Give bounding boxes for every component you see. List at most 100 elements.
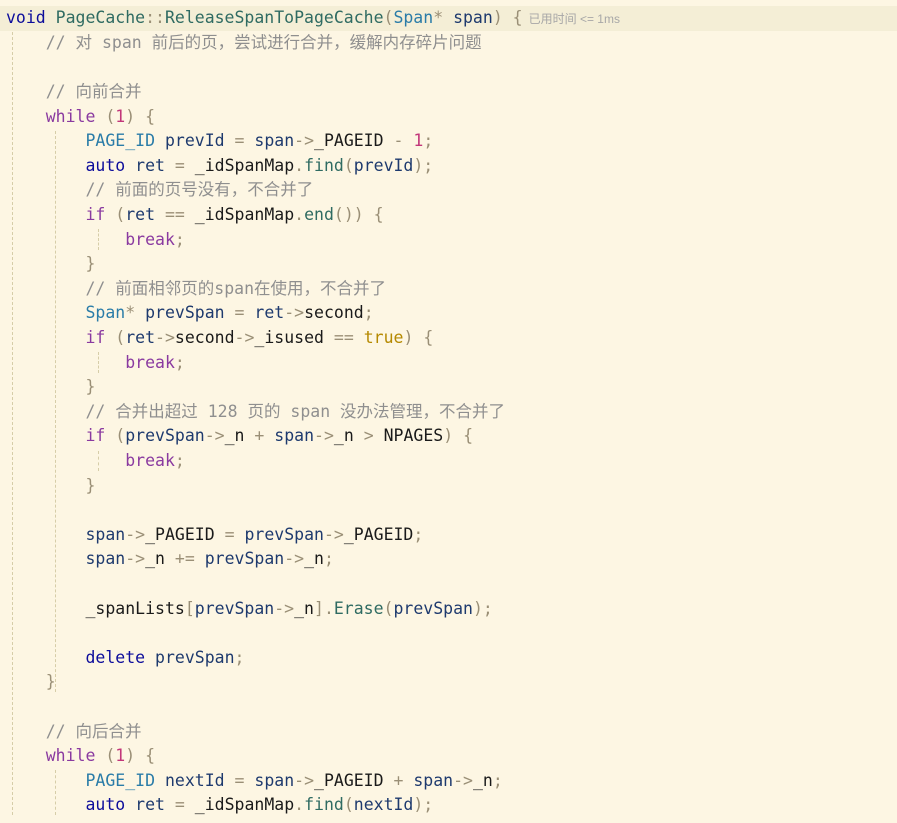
code-token: nextId (353, 795, 414, 815)
code-line[interactable]: break; (6, 351, 185, 376)
code-token: ret (135, 795, 165, 815)
code-token: Erase (333, 598, 384, 618)
code-token: -> (323, 524, 344, 544)
code-token: ; (323, 549, 334, 569)
code-line[interactable]: // 前面的页号没有，不合并了 (6, 178, 313, 203)
code-token: -> (234, 328, 255, 347)
code-line[interactable]: } (6, 474, 95, 499)
code-token: + (244, 426, 275, 446)
code-token: if (85, 205, 106, 224)
code-token: span (254, 770, 295, 790)
code-token: ) { (403, 328, 434, 347)
code-line[interactable]: auto ret = _idSpanMap.find(nextId); (6, 793, 433, 818)
code-token: } (85, 377, 96, 397)
code-line[interactable]: Span* prevSpan = ret->second; (6, 301, 373, 326)
code-line[interactable]: _spanLists[prevSpan->_n].Erase(prevSpan)… (6, 597, 493, 622)
code-token: 1 (413, 131, 424, 151)
code-token: second (304, 303, 364, 323)
code-token: span (254, 131, 295, 151)
code-token: :: (145, 8, 165, 28)
perf-hint: 已用时间 <= 1ms (528, 12, 620, 27)
code-token: -> (453, 770, 473, 790)
code-token: ) { (125, 106, 156, 126)
code-token: NPAGES (383, 426, 444, 446)
code-token: ( (105, 328, 126, 347)
code-token: _n (333, 426, 354, 446)
code-line[interactable]: } (6, 252, 95, 277)
code-token: ; (174, 352, 185, 372)
code-token: = (214, 524, 245, 544)
code-token: ( (105, 205, 126, 224)
code-line[interactable]: auto ret = _idSpanMap.find(prevId); (6, 154, 433, 179)
code-token: prevSpan (204, 549, 285, 569)
code-token: 1 (115, 106, 126, 126)
code-token: break (125, 229, 175, 249)
code-line[interactable]: delete prevSpan; (6, 646, 244, 671)
code-editor[interactable]: void PageCache::ReleaseSpanToPageCache(S… (0, 0, 897, 823)
code-token: = (224, 303, 255, 323)
code-token: while (45, 746, 96, 766)
code-line[interactable]: while (1) { (6, 744, 155, 769)
code-line[interactable]: // 向后合并 (6, 720, 142, 745)
code-token: ); (472, 598, 493, 618)
code-token: ; (174, 451, 185, 470)
code-line[interactable]: // 前面相邻页的span在使用，不合并了 (6, 277, 386, 302)
code-token: prevSpan (393, 598, 473, 618)
code-token: find (304, 795, 344, 815)
code-token: ); (413, 155, 434, 175)
code-token: _idSpanMap (194, 795, 295, 815)
code-line[interactable]: if (ret->second->_isused == true) { (6, 326, 433, 351)
code-line[interactable]: break; (6, 228, 185, 253)
code-token: . (294, 795, 305, 815)
code-token: ( (343, 795, 354, 815)
code-token: . (294, 155, 305, 175)
code-token: ) { (492, 8, 523, 28)
code-line[interactable]: span->_n += prevSpan->_n; (6, 547, 334, 572)
code-token: -> (274, 598, 295, 618)
code-token: // 合并出超过 128 页的 span 没办法管理，不合并了 (85, 401, 506, 421)
code-token: -> (204, 426, 225, 446)
code-line[interactable]: } (6, 375, 95, 400)
code-line[interactable]: PAGE_ID nextId = span->_PAGEID + span->_… (6, 769, 503, 794)
code-token: prevSpan (145, 303, 225, 323)
code-line[interactable]: span->_PAGEID = prevSpan->_PAGEID; (6, 523, 423, 548)
code-line[interactable]: void PageCache::ReleaseSpanToPageCache(S… (0, 6, 897, 31)
code-token: ret (125, 205, 156, 224)
code-token: // 前面相邻页的span在使用，不合并了 (85, 278, 387, 298)
code-token: ret (254, 303, 285, 323)
code-line[interactable]: // 合并出超过 128 页的 span 没办法管理，不合并了 (6, 400, 505, 425)
code-token: span (453, 8, 493, 28)
code-line[interactable]: // 对 span 前后的页，尝试进行合并，缓解内存碎片问题 (6, 31, 482, 56)
code-token: delete (85, 647, 146, 667)
code-line[interactable]: break; (6, 449, 185, 474)
code-token: ( (95, 746, 116, 766)
code-line[interactable]: PAGE_ID prevId = span->_PAGEID - 1; (6, 129, 433, 154)
code-token: // 向后合并 (45, 721, 142, 741)
code-token: -> (314, 426, 334, 446)
code-line[interactable]: if (prevSpan->_n + span->_n > NPAGES) { (6, 424, 473, 449)
code-line[interactable]: while (1) { (6, 105, 155, 130)
code-line[interactable]: if (ret == _idSpanMap.end()) { (6, 203, 383, 228)
code-token: -> (155, 328, 175, 347)
code-token: ret (125, 328, 156, 347)
code-token: ; (492, 770, 503, 790)
code-token: prevId (353, 155, 414, 175)
code-token: second (174, 328, 235, 347)
code-token: ; (234, 647, 245, 667)
code-line[interactable]: } (6, 670, 56, 695)
code-token: = (224, 131, 255, 151)
code-line[interactable]: // 向前合并 (6, 80, 142, 105)
code-token: _PAGEID (145, 524, 215, 544)
